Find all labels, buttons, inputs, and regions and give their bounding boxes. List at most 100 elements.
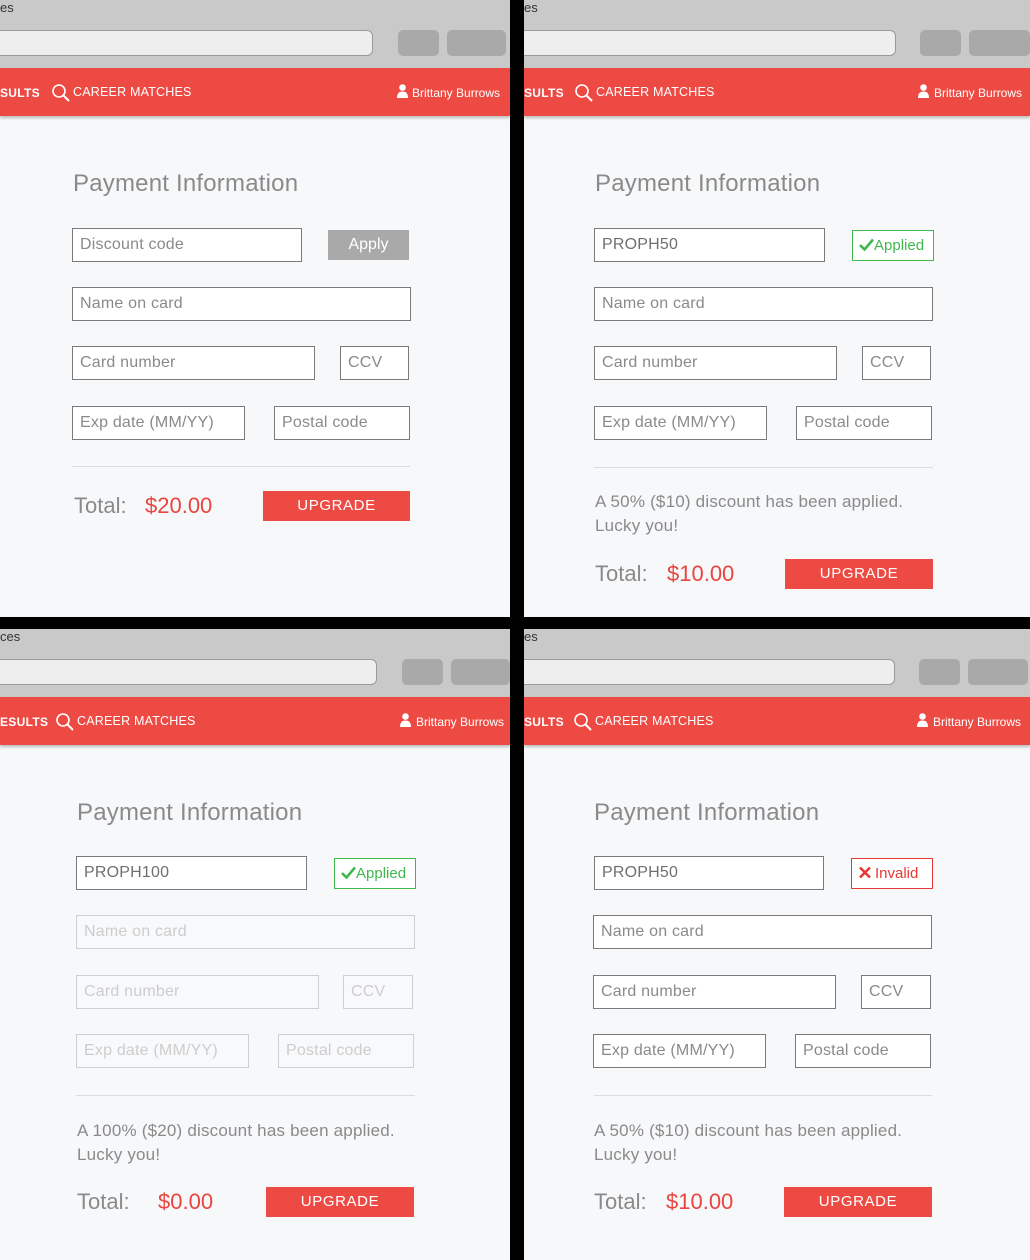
browser-chrome: es [524,0,1030,68]
user-name[interactable]: Brittany Burrows [416,715,504,729]
discount-status-badge: Invalid [851,858,933,889]
discount-message: A 50% ($10) discount has been applied. L… [595,490,903,538]
panel-invalid-code: es SULTS CAREER MATCHES Brittany Burrows… [524,629,1030,1260]
user-icon [400,713,411,727]
nav-results-link[interactable]: SULTS [524,715,564,729]
browser-chrome: ces [0,629,510,697]
search-icon [52,84,70,102]
user-name[interactable]: Brittany Burrows [412,86,500,100]
nav-results-link[interactable]: SULTS [524,86,564,100]
browser-tab-title[interactable]: es [524,0,538,15]
browser-chrome: es [0,0,510,68]
discount-code-input[interactable]: Discount code [72,228,302,262]
discount-code-input[interactable]: PROPH50 [594,856,824,890]
user-name[interactable]: Brittany Burrows [934,86,1022,100]
ccv-input[interactable]: CCV [862,346,931,380]
browser-button[interactable] [398,30,439,56]
address-bar[interactable] [524,30,896,56]
browser-tab-title[interactable]: es [524,629,538,644]
nav-bar: SULTS CAREER MATCHES Brittany Burrows [0,68,510,116]
user-icon [918,84,929,98]
discount-message: A 100% ($20) discount has been applied. … [77,1119,395,1167]
browser-tab-title[interactable]: es [0,0,14,15]
browser-button[interactable] [968,659,1028,685]
apply-button[interactable]: Apply [328,230,409,260]
search-icon [575,84,593,102]
name-on-card-input[interactable]: Name on card [594,287,933,321]
postal-code-input[interactable]: Postal code [796,406,932,440]
discount-message-line: A 100% ($20) discount has been applied. [77,1121,395,1140]
total-value: $0.00 [158,1189,214,1214]
upgrade-button[interactable]: UPGRADE [785,559,933,589]
checkmark-icon [859,238,874,252]
nav-bar: SULTS CAREER MATCHES Brittany Burrows [524,68,1030,116]
total-value: $10.00 [666,1189,734,1214]
discount-code-input[interactable]: PROPH100 [76,856,307,890]
exp-date-input[interactable]: Exp date (MM/YY) [72,406,245,440]
upgrade-button[interactable]: UPGRADE [263,491,410,521]
ccv-input[interactable]: CCV [340,346,409,380]
nav-results-link[interactable]: ESULTS [0,715,48,729]
card-number-input[interactable]: Card number [72,346,315,380]
page-title: Payment Information [73,170,299,197]
card-number-input: Card number [76,975,319,1009]
browser-tab-title[interactable]: ces [0,629,20,644]
exp-date-input[interactable]: Exp date (MM/YY) [593,1034,766,1068]
nav-career-matches-link[interactable]: CAREER MATCHES [595,714,714,728]
browser-button[interactable] [451,659,510,685]
card-number-input[interactable]: Card number [593,975,836,1009]
discount-status-text: Applied [874,237,925,254]
postal-code-input[interactable]: Postal code [274,406,410,440]
browser-chrome: es [524,629,1030,697]
nav-bar: SULTS CAREER MATCHES Brittany Burrows [524,697,1030,745]
address-bar[interactable] [0,30,373,56]
total-label: Total: [74,493,127,518]
user-icon [917,713,928,727]
total-label: Total: [595,561,648,586]
browser-button[interactable] [919,659,960,685]
page-title: Payment Information [595,170,821,197]
nav-career-matches-link[interactable]: CAREER MATCHES [596,85,715,99]
discount-status-text: Applied [356,865,407,882]
x-icon [859,866,871,879]
address-bar[interactable] [524,659,895,685]
name-on-card-input[interactable]: Name on card [72,287,411,321]
payment-form: Payment Information PROPH50 Applied Name… [524,116,1030,617]
browser-button[interactable] [447,30,506,56]
payment-form: Payment Information Discount code Apply … [0,116,510,617]
postal-code-input[interactable]: Postal code [795,1034,931,1068]
upgrade-button[interactable]: UPGRADE [266,1187,414,1217]
discount-message-line: A 50% ($10) discount has been applied. [595,492,904,511]
discount-message-line: Lucky you! [594,1145,678,1164]
discount-message-line: Lucky you! [77,1145,161,1164]
name-on-card-input[interactable]: Name on card [593,915,932,949]
divider [594,467,933,468]
card-number-input[interactable]: Card number [594,346,837,380]
upgrade-button[interactable]: UPGRADE [784,1187,932,1217]
total-value: $10.00 [667,561,735,586]
user-name[interactable]: Brittany Burrows [933,715,1021,729]
browser-button[interactable] [969,30,1030,56]
ccv-input[interactable]: CCV [861,975,931,1009]
browser-button[interactable] [920,30,961,56]
checkmark-icon [341,866,356,880]
address-bar[interactable] [0,659,377,685]
name-on-card-input: Name on card [76,915,415,949]
nav-results-link[interactable]: SULTS [0,86,40,100]
nav-career-matches-link[interactable]: CAREER MATCHES [73,85,192,99]
discount-code-input[interactable]: PROPH50 [594,228,825,262]
browser-button[interactable] [402,659,443,685]
user-icon [397,84,408,98]
total-label: Total: [594,1189,647,1214]
payment-form: Payment Information PROPH50 Invalid Name… [524,745,1030,1260]
page-title: Payment Information [594,799,820,826]
nav-career-matches-link[interactable]: CAREER MATCHES [77,714,196,728]
divider [76,1095,415,1096]
total-label: Total: [77,1189,130,1214]
search-icon [574,713,592,731]
exp-date-input[interactable]: Exp date (MM/YY) [594,406,767,440]
discount-status-badge: Applied [852,230,934,261]
panel-initial: es SULTS CAREER MATCHES Brittany Burrows… [0,0,510,617]
discount-message-line: A 50% ($10) discount has been applied. [594,1121,903,1140]
discount-message-line: Lucky you! [595,516,679,535]
